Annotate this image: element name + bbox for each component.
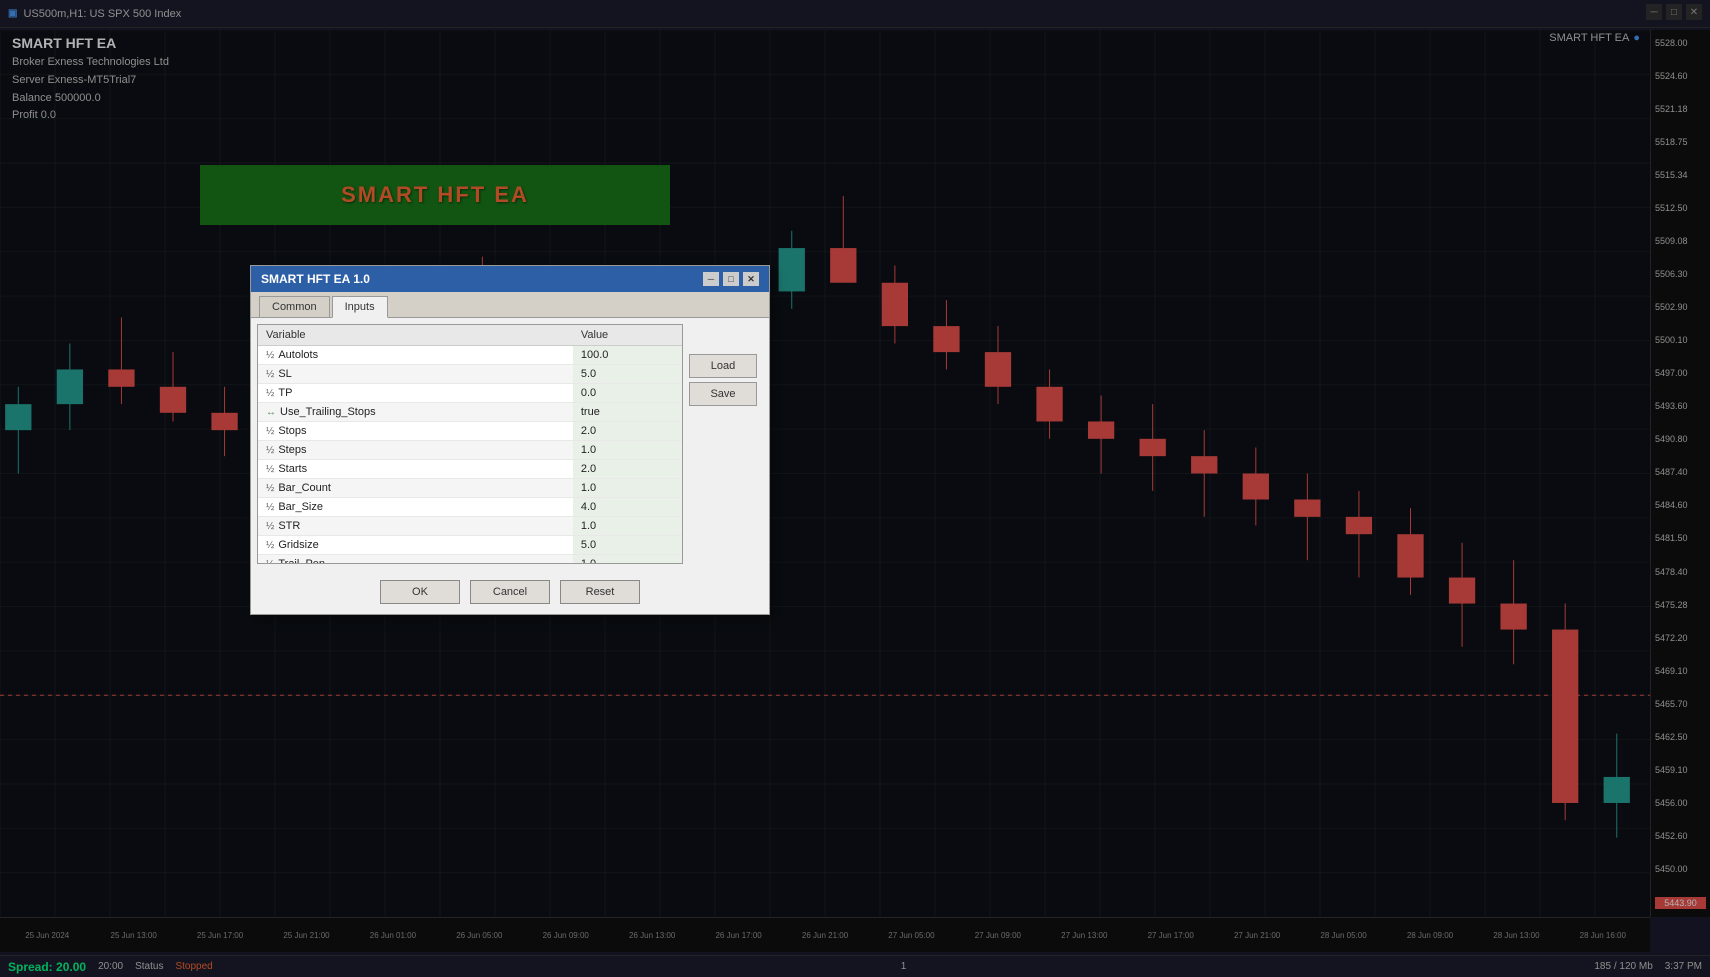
header-row: Variable Value: [258, 325, 682, 346]
table-row[interactable]: ½TP0.0: [258, 384, 682, 403]
table-row[interactable]: ½Bar_Count1.0: [258, 479, 682, 498]
table-header: Variable Value: [258, 325, 682, 346]
param-value-5[interactable]: 1.0: [573, 441, 682, 460]
param-value-10[interactable]: 5.0: [573, 536, 682, 555]
params-table-wrapper: Variable Value ½Autolots100.0½SL5.0½TP0.…: [257, 324, 683, 564]
table-row[interactable]: ½STR1.0: [258, 517, 682, 536]
tab-common[interactable]: Common: [259, 296, 330, 317]
dialog-title: SMART HFT EA 1.0: [261, 272, 370, 286]
dialog-tabs: Common Inputs: [251, 292, 769, 318]
param-variable-9: ½STR: [258, 517, 573, 536]
load-button[interactable]: Load: [689, 354, 757, 378]
table-row[interactable]: ½SL5.0: [258, 365, 682, 384]
table-scroll[interactable]: Variable Value ½Autolots100.0½SL5.0½TP0.…: [258, 325, 682, 564]
dialog-restore-button[interactable]: □: [723, 272, 739, 286]
param-value-9[interactable]: 1.0: [573, 517, 682, 536]
param-value-0[interactable]: 100.0: [573, 346, 682, 365]
table-row[interactable]: ↔Use_Trailing_Stopstrue: [258, 403, 682, 422]
param-value-6[interactable]: 2.0: [573, 460, 682, 479]
dialog-minimize-button[interactable]: ─: [703, 272, 719, 286]
param-value-1[interactable]: 5.0: [573, 365, 682, 384]
save-button[interactable]: Save: [689, 382, 757, 406]
ok-button[interactable]: OK: [380, 580, 460, 604]
param-variable-3: ↔Use_Trailing_Stops: [258, 403, 573, 422]
param-variable-4: ½Stops: [258, 422, 573, 441]
tab-inputs[interactable]: Inputs: [332, 296, 388, 318]
param-value-3[interactable]: true: [573, 403, 682, 422]
param-variable-11: ½Trail_Pen: [258, 555, 573, 565]
side-buttons-panel: Load Save: [683, 324, 763, 564]
table-row[interactable]: ½Gridsize5.0: [258, 536, 682, 555]
cancel-button[interactable]: Cancel: [470, 580, 550, 604]
param-variable-7: ½Bar_Count: [258, 479, 573, 498]
param-variable-0: ½Autolots: [258, 346, 573, 365]
dialog-footer: OK Cancel Reset: [251, 570, 769, 614]
param-variable-8: ½Bar_Size: [258, 498, 573, 517]
param-value-8[interactable]: 4.0: [573, 498, 682, 517]
table-row[interactable]: ½Starts2.0: [258, 460, 682, 479]
table-row[interactable]: ½Autolots100.0: [258, 346, 682, 365]
table-row[interactable]: ½Steps1.0: [258, 441, 682, 460]
param-variable-10: ½Gridsize: [258, 536, 573, 555]
dialog-controls[interactable]: ─ □ ✕: [703, 272, 759, 286]
param-variable-6: ½Starts: [258, 460, 573, 479]
dialog-title-bar: SMART HFT EA 1.0 ─ □ ✕: [251, 266, 769, 292]
table-row[interactable]: ½Trail_Pen1.0: [258, 555, 682, 565]
param-variable-5: ½Steps: [258, 441, 573, 460]
param-value-4[interactable]: 2.0: [573, 422, 682, 441]
dialog-close-button[interactable]: ✕: [743, 272, 759, 286]
params-table: Variable Value ½Autolots100.0½SL5.0½TP0.…: [258, 325, 682, 564]
col-value: Value: [573, 325, 682, 346]
table-area: Variable Value ½Autolots100.0½SL5.0½TP0.…: [257, 324, 683, 564]
params-tbody: ½Autolots100.0½SL5.0½TP0.0↔Use_Trailing_…: [258, 346, 682, 565]
table-row[interactable]: ½Stops2.0: [258, 422, 682, 441]
reset-button[interactable]: Reset: [560, 580, 640, 604]
param-variable-1: ½SL: [258, 365, 573, 384]
dialog-content: Variable Value ½Autolots100.0½SL5.0½TP0.…: [251, 318, 769, 570]
param-variable-2: ½TP: [258, 384, 573, 403]
param-value-11[interactable]: 1.0: [573, 555, 682, 565]
param-value-2[interactable]: 0.0: [573, 384, 682, 403]
dialog: SMART HFT EA 1.0 ─ □ ✕ Common Inputs Var…: [250, 265, 770, 615]
param-value-7[interactable]: 1.0: [573, 479, 682, 498]
table-and-buttons: Variable Value ½Autolots100.0½SL5.0½TP0.…: [257, 324, 763, 564]
table-row[interactable]: ½Bar_Size4.0: [258, 498, 682, 517]
col-variable: Variable: [258, 325, 573, 346]
